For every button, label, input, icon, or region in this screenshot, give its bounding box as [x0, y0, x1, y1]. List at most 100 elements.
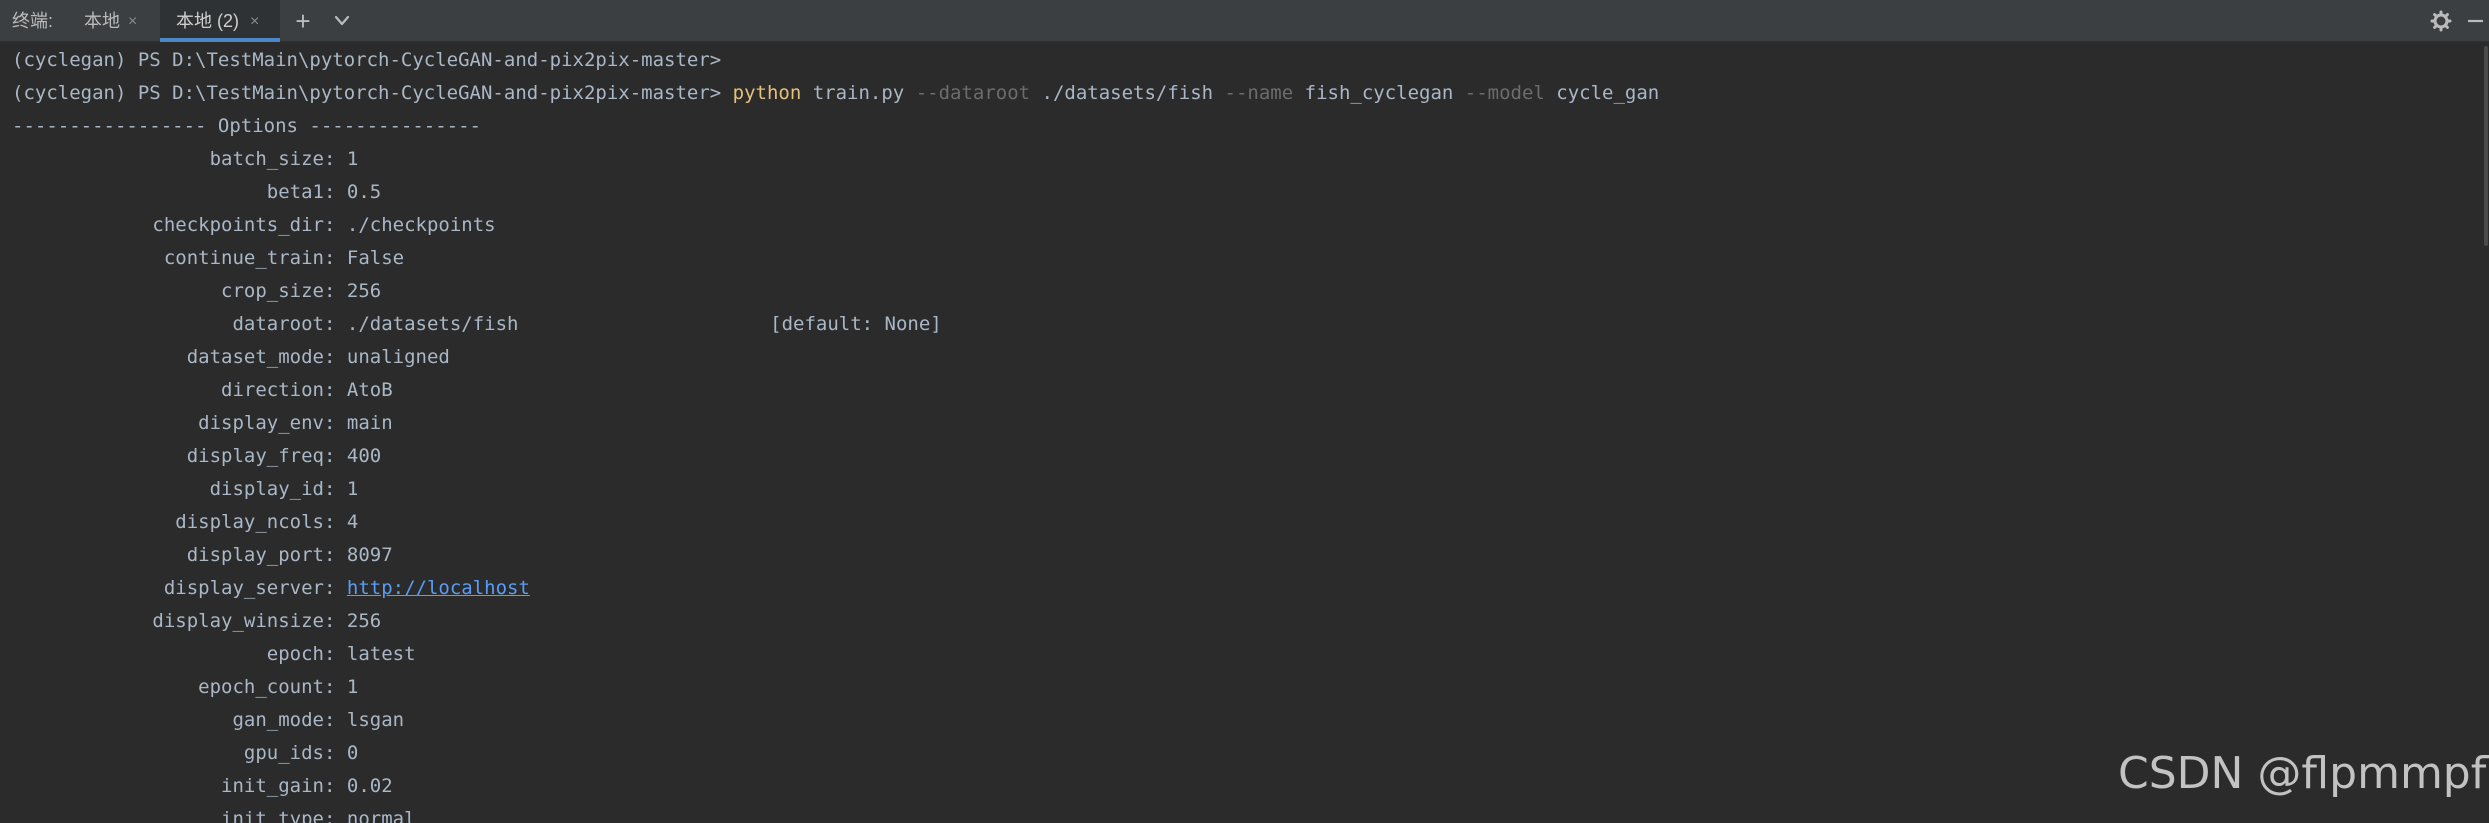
option-value: AtoB	[346, 379, 393, 401]
option-row: beta1: 0.5	[12, 176, 381, 209]
terminal-window: 终端: 本地 × 本地 (2) × + (cyclegan) PS D:\Tes…	[0, 0, 2489, 823]
option-key: checkpoints_dir	[152, 214, 324, 236]
command-script: train.py	[801, 82, 916, 104]
option-value: 0.02	[346, 775, 393, 797]
option-value-link[interactable]: http://localhost	[347, 577, 530, 599]
settings-button[interactable]	[2426, 0, 2456, 42]
option-key: gan_mode	[232, 709, 324, 731]
option-separator: :	[324, 511, 347, 533]
option-value: unaligned	[346, 346, 450, 368]
option-value: lsgan	[346, 709, 405, 731]
terminal-tab-bar: 终端: 本地 × 本地 (2) × +	[0, 0, 2489, 42]
option-value: 1	[346, 478, 359, 500]
plus-icon: +	[295, 6, 311, 36]
option-separator: :	[324, 742, 347, 764]
option-row: gan_mode: lsgan	[12, 704, 404, 737]
close-icon[interactable]: ×	[250, 0, 259, 42]
tab-local[interactable]: 本地 ×	[72, 0, 152, 42]
option-key: direction	[221, 379, 324, 401]
option-value: 8097	[346, 544, 393, 566]
option-row: direction: AtoB	[12, 374, 393, 407]
option-key: batch_size	[209, 148, 324, 170]
option-row: display_env: main	[12, 407, 393, 440]
option-row: crop_size: 256	[12, 275, 381, 308]
option-separator: :	[324, 247, 347, 269]
option-separator: :	[324, 808, 347, 823]
option-key: display_server	[163, 577, 324, 599]
option-value: main	[346, 412, 393, 434]
option-value: 1	[346, 148, 359, 170]
option-value: 0	[346, 742, 359, 764]
option-separator: :	[324, 610, 347, 632]
option-value: ./checkpoints	[346, 214, 496, 236]
option-value: 1	[346, 676, 359, 698]
minimize-icon	[2468, 19, 2483, 23]
command-line: (cyclegan) PS D:\TestMain\pytorch-CycleG…	[12, 77, 1659, 110]
option-key: epoch_count	[198, 676, 324, 698]
option-row: dataroot: ./datasets/fish [default: None…	[12, 308, 941, 341]
option-value: normal	[346, 808, 416, 823]
tab-local-label: 本地	[84, 11, 120, 31]
command-flag-name: --name	[1224, 82, 1294, 104]
option-row: checkpoints_dir: ./checkpoints	[12, 209, 496, 242]
option-value: False	[346, 247, 405, 269]
option-key: dataset_mode	[186, 346, 324, 368]
option-value: latest	[346, 643, 416, 665]
option-row: epoch_count: 1	[12, 671, 358, 704]
command-value-name: fish_cyclegan	[1293, 82, 1465, 104]
option-row: continue_train: False	[12, 242, 404, 275]
option-separator: :	[324, 181, 347, 203]
vertical-scrollbar[interactable]	[2483, 42, 2489, 823]
prompt-text: (cyclegan) PS D:\TestMain\pytorch-CycleG…	[12, 82, 733, 104]
tab-local-2-label: 本地 (2)	[176, 11, 239, 31]
command-flag-model: --model	[1464, 82, 1545, 104]
option-value: 4	[346, 511, 359, 533]
option-row: display_ncols: 4	[12, 506, 358, 539]
option-separator: :	[324, 214, 347, 236]
terminal-output[interactable]: (cyclegan) PS D:\TestMain\pytorch-CycleG…	[0, 42, 2489, 823]
option-row: init_type: normal	[12, 803, 416, 823]
tab-local-2[interactable]: 本地 (2) ×	[160, 0, 280, 42]
terminal-title: 终端:	[12, 11, 54, 31]
option-row: batch_size: 1	[12, 143, 359, 176]
option-separator: :	[324, 412, 347, 434]
option-key: display_env	[198, 412, 324, 434]
option-key: gpu_ids	[243, 742, 324, 764]
option-value: 400	[346, 445, 382, 467]
option-key: init_type	[221, 808, 324, 823]
option-key: crop_size	[221, 280, 324, 302]
option-separator: :	[324, 445, 347, 467]
option-row: dataset_mode: unaligned	[12, 341, 450, 374]
option-separator: :	[324, 148, 347, 170]
tab-list-button[interactable]	[326, 0, 358, 42]
chevron-down-icon	[334, 15, 350, 26]
option-row: display_winsize: 256	[12, 605, 381, 638]
prompt-line: (cyclegan) PS D:\TestMain\pytorch-CycleG…	[12, 49, 722, 71]
option-key: init_gain	[221, 775, 324, 797]
option-value: 256	[346, 610, 382, 632]
option-row: init_gain: 0.02	[12, 770, 393, 803]
option-row: display_id: 1	[12, 473, 359, 506]
minimize-button[interactable]	[2462, 0, 2488, 42]
option-separator: :	[324, 643, 347, 665]
watermark: CSDN @flpmmpfl	[2118, 748, 2489, 799]
option-separator: :	[324, 280, 347, 302]
option-key: display_port	[186, 544, 324, 566]
close-icon[interactable]: ×	[128, 0, 137, 42]
option-key: dataroot	[232, 313, 324, 335]
option-key: display_id	[209, 478, 324, 500]
option-row: display_port: 8097	[12, 539, 393, 572]
option-separator: :	[324, 709, 347, 731]
command-python: python	[732, 82, 802, 104]
option-separator: :	[324, 346, 347, 368]
new-tab-button[interactable]: +	[288, 0, 318, 42]
option-separator: :	[324, 676, 347, 698]
command-flag-dataroot: --dataroot	[915, 82, 1031, 104]
option-separator: :	[324, 313, 347, 335]
scrollbar-thumb[interactable]	[2484, 46, 2488, 246]
option-separator: :	[324, 775, 347, 797]
gear-icon	[2430, 10, 2452, 32]
option-key: display_freq	[186, 445, 324, 467]
option-row: display_server: http://localhost	[12, 572, 530, 605]
option-key: beta1	[266, 181, 324, 203]
